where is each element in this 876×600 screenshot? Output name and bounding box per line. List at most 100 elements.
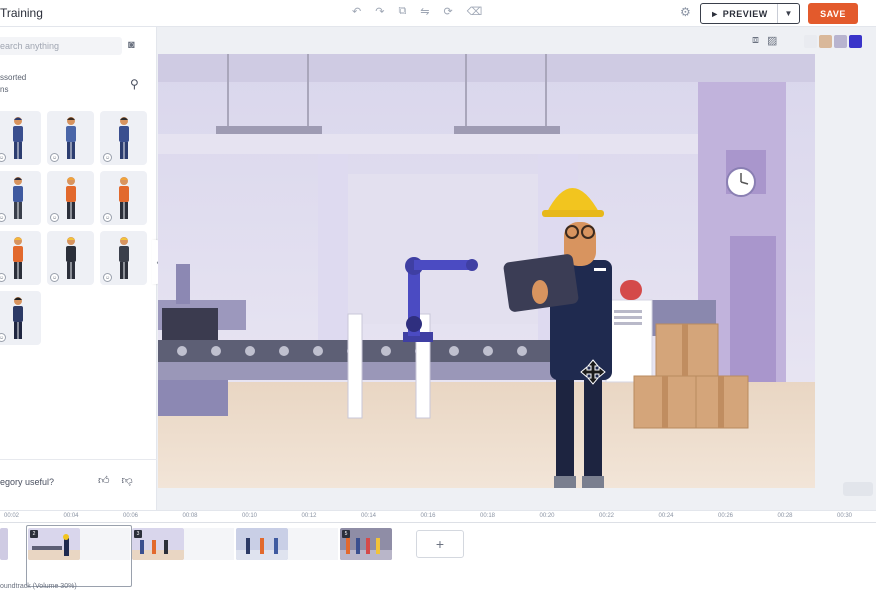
section-sub-label: ns [0,85,9,94]
time-tick: 00:24 [658,513,674,519]
character-tile[interactable]: ☺ [0,111,41,165]
expression-icon[interactable]: ☺ [50,213,59,222]
divider [0,459,157,460]
section-label: ssorted [0,73,27,82]
thumbs-down-icon[interactable]: 👎︎ [122,474,133,487]
scene-3-thumbnail[interactable]: 3 [132,528,184,560]
time-tick: 00:28 [777,513,793,519]
time-tick: 00:30 [837,513,853,519]
add-scene-button[interactable]: + [416,530,464,558]
expression-icon[interactable]: ☺ [0,213,6,222]
preview-label: ► PREVIEW [710,8,768,19]
character-figure [12,177,23,219]
project-title[interactable]: Training [0,6,43,20]
scene-3-transition [184,528,234,560]
character-tile[interactable]: ☺ [47,231,94,285]
scene-canvas[interactable] [158,54,815,488]
character-figure [118,117,129,159]
ceiling-lamp [216,126,322,134]
alarm-light [620,280,642,300]
color-swatch[interactable] [819,35,832,48]
image-icon[interactable]: ▨ [767,34,777,47]
redo-icon[interactable]: ↷ [375,5,384,18]
expression-icon[interactable]: ☺ [103,153,112,162]
time-tick: 00:16 [420,513,436,519]
color-swatch[interactable] [804,35,817,48]
scene-4-thumbnail[interactable] [236,528,288,560]
time-ruler[interactable]: 00:02 00:04 00:06 00:08 00:10 00:12 00:14 00:16… [0,511,876,525]
character-figure [12,117,23,159]
character-figure [118,177,129,219]
color-swatch[interactable] [834,35,847,48]
door [730,236,776,382]
rotate-icon[interactable]: ⟳ [444,5,453,18]
history-controls: ↶ ↷ ⧉ ⇋ ⟳ ⌫ [352,5,482,18]
time-tick: 00:20 [539,513,555,519]
expression-icon[interactable]: ☺ [103,273,112,282]
preview-button[interactable]: ► PREVIEW ▼ [700,3,800,24]
selected-scene-outline [26,525,132,587]
camera-icon[interactable]: ◙ [128,39,135,51]
time-tick: 00:08 [182,513,198,519]
feedback-question: egory useful? [0,477,55,487]
time-tick: 00:14 [361,513,377,519]
scene-layout-icon[interactable]: ⧈ [752,34,759,47]
search-input[interactable] [0,37,122,55]
character-figure [118,237,129,279]
thumbs-up-icon[interactable]: 👍︎ [98,474,110,487]
expression-icon[interactable]: ☺ [50,153,59,162]
soundtrack-label[interactable]: oundtrack (Volume 30%) [0,583,77,590]
expression-icon[interactable]: ☺ [0,153,6,162]
time-tick: 00:10 [242,513,258,519]
top-bar: Training ↶ ↷ ⧉ ⇋ ⟳ ⌫ ⚙ ► PREVIEW ▼ SAVE [0,0,876,27]
save-button[interactable]: SAVE [808,3,858,24]
character-builder-icon[interactable]: ⚲ [130,77,139,91]
character-tile[interactable]: ☺ [100,111,147,165]
scene-1-thumbnail[interactable] [0,528,8,560]
zoom-control[interactable] [843,482,873,496]
time-tick: 00:02 [4,513,20,519]
character-grid: ☺ ☺ ☺ ☺ ☺ ☺ ☺ ☺ ☺ ☺ [0,111,147,345]
feedback-buttons: 👍︎ 👎︎ [98,474,133,487]
expression-icon[interactable]: ☺ [0,273,6,282]
color-swatches [804,35,862,48]
character-tile[interactable]: ☺ [0,291,41,345]
character-tile[interactable]: ☺ [47,111,94,165]
character-figure [65,177,76,219]
undo-icon[interactable]: ↶ [352,5,361,18]
asset-panel: ◙ ssorted ns ⚲ ☺☺☺☺☺☺☺☺☺☺ egory useful? … [0,27,157,510]
character-figure [65,117,76,159]
character-figure [12,297,23,339]
gear-icon[interactable]: ⚙ [680,5,691,19]
expression-icon[interactable]: ☺ [0,333,6,342]
machine-screen [162,308,218,344]
time-tick: 00:26 [718,513,734,519]
character-figure [65,237,76,279]
expression-icon[interactable]: ☺ [103,213,112,222]
scene-4-transition [288,528,338,560]
character-tile[interactable]: ☺ [0,231,41,285]
ceiling-lamp [454,126,560,134]
duplicate-icon[interactable]: ⧉ [398,5,406,18]
delete-icon[interactable]: ⌫ [467,5,483,18]
scene-number: 3 [134,530,142,538]
time-tick: 00:22 [599,513,615,519]
scene-5-thumbnail[interactable]: 5 [340,528,392,560]
chevron-down-icon[interactable]: ▼ [777,4,799,23]
time-tick: 00:18 [480,513,496,519]
character-tile[interactable]: ☺ [100,171,147,225]
time-tick: 00:12 [301,513,317,519]
scene-number: 5 [342,530,350,538]
timeline: 00:02 00:04 00:06 00:08 00:10 00:12 00:14 00:16… [0,510,876,600]
color-swatch[interactable] [849,35,862,48]
flip-icon[interactable]: ⇋ [420,5,429,18]
character-figure [12,237,23,279]
time-tick: 00:06 [123,513,139,519]
factory-scene [158,54,815,488]
character-tile[interactable]: ☺ [0,171,41,225]
canvas-tools: ⧈ ▨ [752,34,777,47]
expression-icon[interactable]: ☺ [50,273,59,282]
time-tick: 00:04 [63,513,79,519]
character-tile[interactable]: ☺ [100,231,147,285]
character-tile[interactable]: ☺ [47,171,94,225]
